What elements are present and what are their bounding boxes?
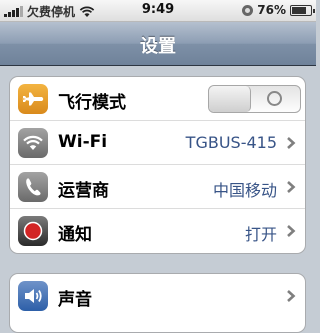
status-right: 76% xyxy=(242,3,315,17)
settings-row-notifications[interactable]: 通知 打开 xyxy=(10,209,305,253)
toggle-off-icon xyxy=(267,91,282,106)
notifications-label: 通知 xyxy=(58,225,92,245)
wifi-label: Wi-Fi xyxy=(58,132,108,152)
settings-row-wifi[interactable]: Wi-Fi TGBUS-415 xyxy=(10,121,305,165)
chevron-right-icon xyxy=(287,290,296,302)
battery-icon xyxy=(290,4,315,16)
airplane-mode-label: 飞行模式 xyxy=(58,93,126,113)
page-title: 设置 xyxy=(140,36,176,57)
airplane-icon xyxy=(18,84,48,114)
wifi-icon xyxy=(79,6,95,17)
status-left: 欠费停机 xyxy=(4,3,95,20)
settings-group-network: 飞行模式 Wi-Fi TGBUS-415 运营商 中国移动 通知 打开 xyxy=(9,76,306,254)
carrier-value: 中国移动 xyxy=(212,181,277,200)
rotation-lock-icon xyxy=(242,4,254,16)
carrier-label: 运营商 xyxy=(58,181,109,201)
sound-icon xyxy=(18,281,48,311)
toggle-knob xyxy=(209,86,251,112)
sound-label: 声音 xyxy=(58,290,92,310)
airplane-mode-toggle[interactable] xyxy=(208,85,301,113)
status-bar: 欠费停机 9:49 76% xyxy=(0,0,316,22)
chevron-right-icon xyxy=(287,225,296,237)
settings-row-sound[interactable]: 声音 xyxy=(10,274,305,318)
settings-row-carrier[interactable]: 运营商 中国移动 xyxy=(10,165,305,209)
carrier-name: 欠费停机 xyxy=(27,5,76,19)
settings-row-airplane-mode[interactable]: 飞行模式 xyxy=(10,77,305,121)
signal-icon xyxy=(4,6,23,17)
chevron-right-icon xyxy=(287,137,296,149)
notifications-icon xyxy=(18,216,48,246)
settings-group-sound: 声音 xyxy=(9,273,306,333)
battery-percent: 76% xyxy=(257,3,286,17)
wifi-icon xyxy=(18,128,48,158)
navigation-bar: 设置 xyxy=(0,22,316,66)
notifications-value: 打开 xyxy=(244,225,277,244)
chevron-right-icon xyxy=(287,181,296,193)
phone-icon xyxy=(18,172,48,202)
wifi-network-value: TGBUS-415 xyxy=(185,133,277,152)
